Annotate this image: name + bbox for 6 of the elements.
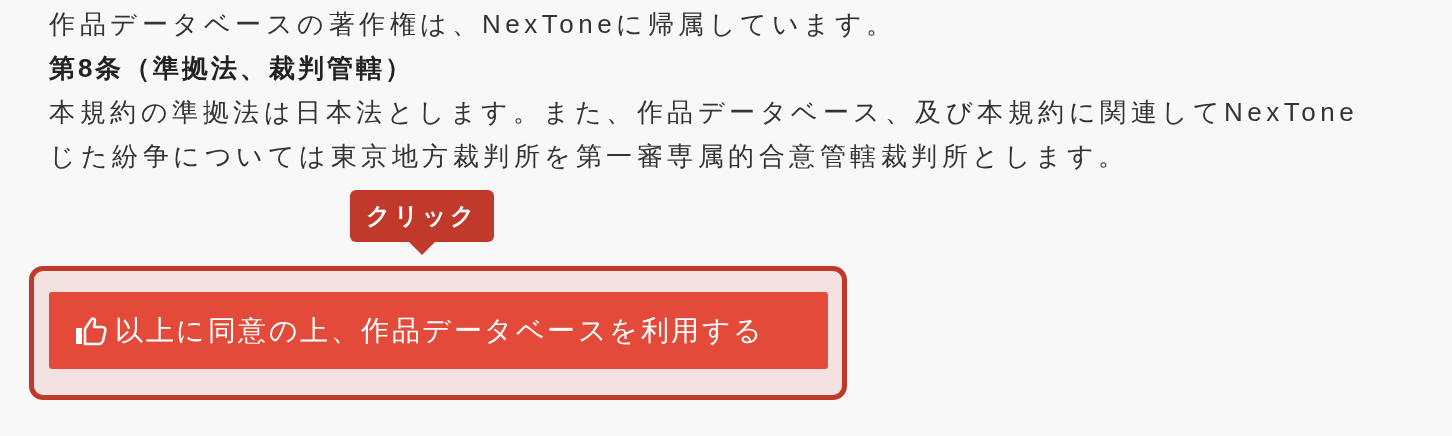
terms-text: じた紛争については東京地方裁判所を第一審専属的合意管轄裁判所とします。 bbox=[49, 140, 1130, 173]
article-heading: 第8条（準拠法、裁判管轄） bbox=[49, 52, 416, 85]
agree-button[interactable]: 以上に同意の上、作品データベースを利用する bbox=[49, 292, 828, 369]
thumbs-up-icon bbox=[75, 315, 107, 346]
terms-text: 作品データベースの著作権は、NexToneに帰属しています。 bbox=[49, 8, 898, 41]
terms-text: 本規約の準拠法は日本法とします。また、作品データベース、及び本規約に関連してNexTone bbox=[49, 96, 1360, 129]
